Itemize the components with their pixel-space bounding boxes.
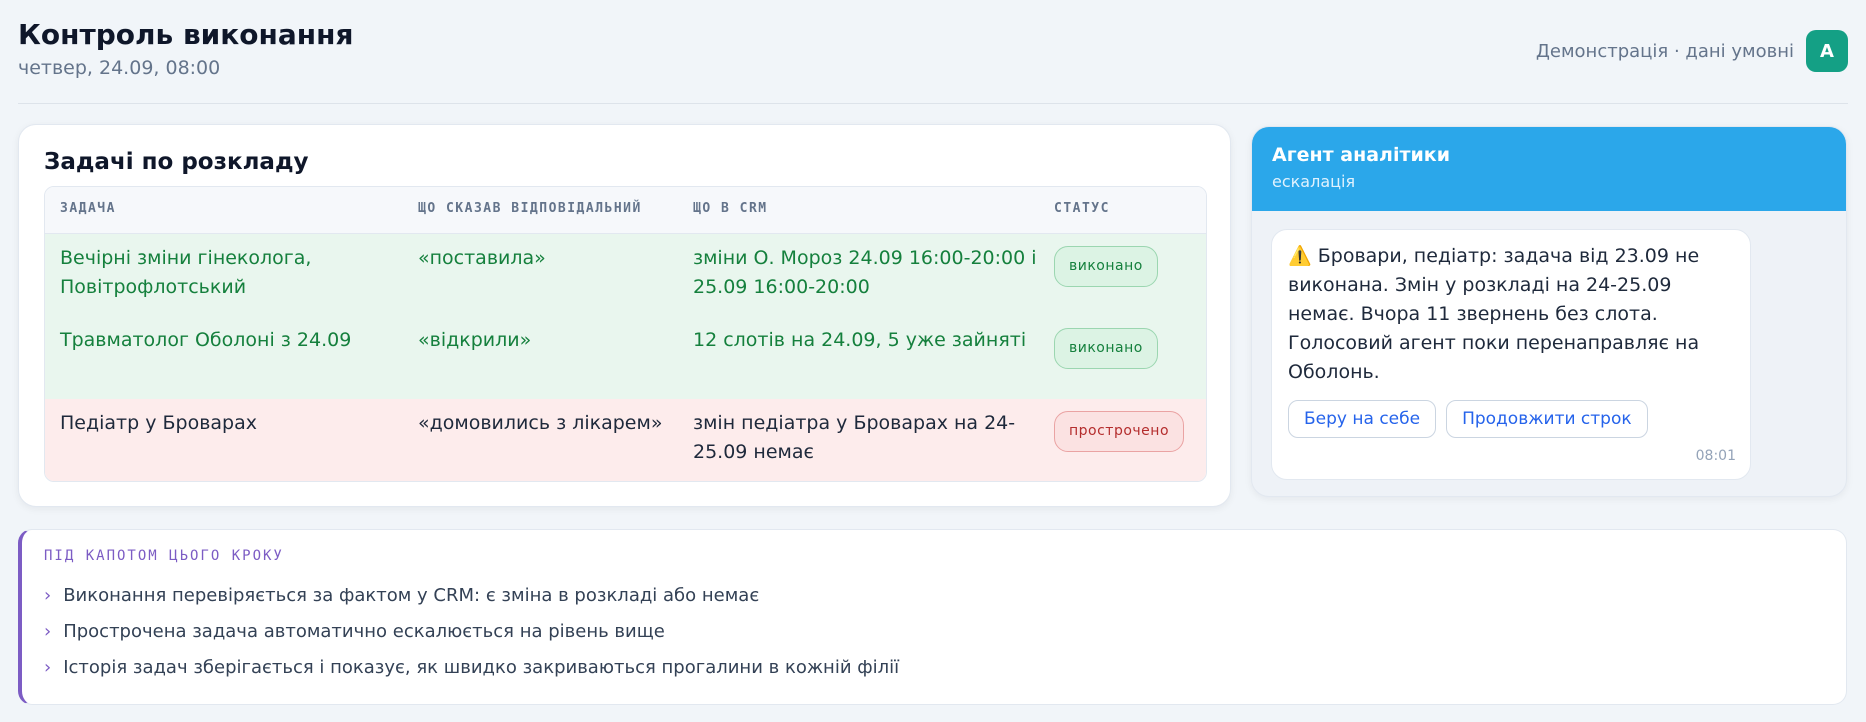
under-the-hood-panel: ПІД КАПОТОМ ЦЬОГО КРОКУ › Виконання пере… [18, 529, 1847, 705]
list-item-text: Виконання перевіряється за фактом у CRM:… [63, 585, 760, 606]
agent-subtitle: ескалація [1272, 172, 1356, 191]
task-name: Педіатр у Броварах [60, 412, 257, 434]
warning-icon: ⚠️ [1288, 245, 1312, 267]
column-header-status: СТАТУС [1054, 201, 1110, 216]
message-actions: Беру на себе Продовжити строк [1288, 400, 1648, 438]
demo-note: Демонстрація · дані умовні [1535, 40, 1794, 62]
task-name: Вечірні зміни гінеколога, Повітрофлотськ… [60, 247, 312, 298]
crm-fact: 12 слотів на 24.09, 5 уже зайняті [693, 329, 1027, 351]
status-badge: виконано [1054, 246, 1158, 287]
crm-fact: змін педіатра у Броварах на 24-25.09 нем… [693, 412, 1016, 463]
list-item: › Прострочена задача автоматично ескалює… [44, 621, 665, 642]
task-name: Травматолог Оболоні з 24.09 [60, 329, 352, 351]
avatar[interactable]: А [1806, 30, 1848, 72]
column-header-crm: ЩО В CRM [693, 201, 768, 216]
page-header: Контроль виконання четвер, 24.09, 08:00 … [18, 14, 1848, 104]
table-row[interactable]: Педіатр у Броварах «домовились з лікарем… [45, 399, 1206, 481]
chevron-right-icon: › [44, 621, 52, 642]
chevron-right-icon: › [44, 585, 52, 606]
agent-title: Агент аналітики [1272, 144, 1451, 166]
list-item: › Виконання перевіряється за фактом у CR… [44, 585, 759, 606]
list-item: › Історія задач зберігається і показує, … [44, 657, 899, 678]
escalation-message: ⚠️ Бровари, педіатр: задача від 23.09 не… [1271, 229, 1751, 480]
under-the-hood-title: ПІД КАПОТОМ ЦЬОГО КРОКУ [44, 548, 284, 564]
page-title: Контроль виконання [18, 18, 354, 51]
table-row[interactable]: Травматолог Оболоні з 24.09 «відкрили» 1… [45, 316, 1206, 399]
status-badge: прострочено [1054, 411, 1185, 452]
responsible-said: «домовились з лікарем» [418, 412, 663, 434]
tasks-panel: Задачі по розкладу ЗАДАЧА ЩО СКАЗАВ ВІДП… [18, 124, 1231, 507]
column-header-task: ЗАДАЧА [60, 201, 116, 216]
responsible-said: «відкрили» [418, 329, 532, 351]
message-text: Бровари, педіатр: задача від 23.09 не ви… [1288, 245, 1700, 383]
message-time: 08:01 [1695, 448, 1736, 464]
responsible-said: «поставила» [418, 247, 546, 269]
page-date: четвер, 24.09, 08:00 [18, 57, 221, 79]
tasks-table: ЗАДАЧА ЩО СКАЗАВ ВІДПОВІДАЛЬНИЙ ЩО В CRM… [44, 186, 1207, 482]
crm-fact: зміни О. Мороз 24.09 16:00-20:00 і 25.09… [693, 247, 1037, 298]
status-badge: виконано [1054, 328, 1158, 369]
table-header: ЗАДАЧА ЩО СКАЗАВ ВІДПОВІДАЛЬНИЙ ЩО В CRM… [45, 187, 1206, 234]
list-item-text: Прострочена задача автоматично ескалюєть… [63, 621, 665, 642]
header-right: Демонстрація · дані умовні А [1536, 30, 1848, 72]
tasks-panel-title: Задачі по розкладу [44, 149, 309, 175]
chevron-right-icon: › [44, 657, 52, 678]
take-ownership-button[interactable]: Беру на себе [1288, 400, 1437, 438]
message-body: ⚠️ Бровари, педіатр: задача від 23.09 не… [1288, 242, 1728, 387]
list-item-text: Історія задач зберігається і показує, як… [63, 657, 900, 678]
agent-header: Агент аналітики ескалація [1252, 127, 1846, 211]
table-row[interactable]: Вечірні зміни гінеколога, Повітрофлотськ… [45, 234, 1206, 316]
agent-panel: Агент аналітики ескалація ⚠️ Бровари, пе… [1251, 126, 1847, 497]
column-header-said: ЩО СКАЗАВ ВІДПОВІДАЛЬНИЙ [418, 201, 642, 216]
extend-deadline-button[interactable]: Продовжити строк [1446, 400, 1648, 438]
